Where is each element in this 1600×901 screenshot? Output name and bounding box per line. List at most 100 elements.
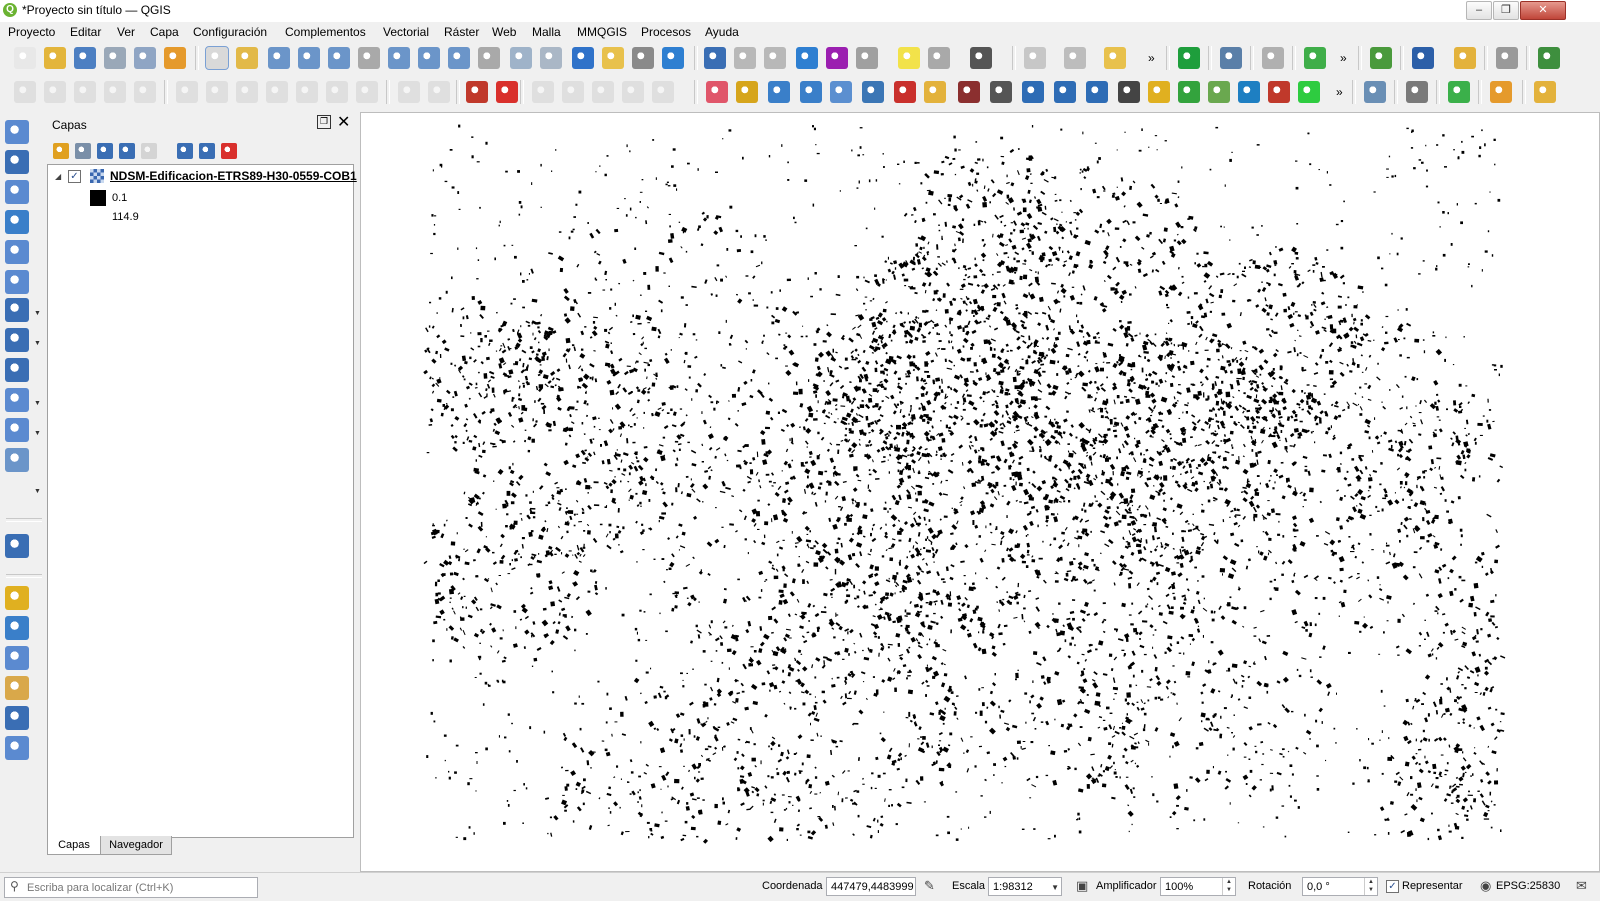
locator-bar[interactable]: ⚲ <box>4 877 258 898</box>
toolbar2-tool-41-icon[interactable] <box>1298 81 1320 103</box>
menu-proyecto[interactable]: Proyecto <box>8 25 55 39</box>
zoom-selection-icon[interactable] <box>358 47 380 69</box>
zoom-last-icon[interactable] <box>448 47 470 69</box>
toolbar2-tool-11-icon[interactable] <box>326 81 348 103</box>
toolbar2-tool-2-icon[interactable] <box>44 81 66 103</box>
map-canvas[interactable] <box>360 112 1600 872</box>
menu-complementos[interactable]: Complementos <box>285 25 366 39</box>
database-icon[interactable] <box>1262 47 1284 69</box>
save-project-icon[interactable] <box>74 47 96 69</box>
spinner-icon[interactable]: ▲ ▼ <box>1364 878 1377 895</box>
toggle-extent-icon[interactable]: ✎ <box>924 878 935 894</box>
locator-icon[interactable] <box>928 47 950 69</box>
help-icon[interactable] <box>1412 47 1434 69</box>
magnifier-field[interactable]: 100% ▲ ▼ <box>1160 877 1236 896</box>
add-point-cloud-icon[interactable] <box>5 534 29 558</box>
toolbar2-tool-37-icon[interactable] <box>1178 81 1200 103</box>
measure-icon[interactable] <box>856 47 878 69</box>
toolbar2-tool-4-icon[interactable] <box>104 81 126 103</box>
add-wcs-icon[interactable] <box>5 388 29 412</box>
toolbar2-tool-10-icon[interactable] <box>296 81 318 103</box>
scale-field[interactable]: 1:98312 ▼ <box>988 877 1062 896</box>
undock-icon[interactable]: ❐ <box>317 115 331 129</box>
toolbar2-tool-38-icon[interactable] <box>1208 81 1230 103</box>
toolbar2-tool-34-icon[interactable] <box>1086 81 1108 103</box>
chevron-down-icon[interactable]: ▼ <box>34 488 41 495</box>
zoom-full-icon[interactable] <box>328 47 350 69</box>
toolbar2-tool-42-icon[interactable] <box>1364 81 1386 103</box>
menu-configuracion[interactable]: Configuración <box>193 25 267 39</box>
toolbar2-tool-44-icon[interactable] <box>1448 81 1470 103</box>
toolbar2-tool-9-icon[interactable] <box>266 81 288 103</box>
toolbar2-tool-40-icon[interactable] <box>1268 81 1290 103</box>
add-vector-layer-icon[interactable] <box>5 120 29 144</box>
menu-web[interactable]: Web <box>492 25 516 39</box>
toolbar2-tool-16-icon[interactable] <box>496 81 518 103</box>
toolbar2-tool-8-icon[interactable] <box>236 81 258 103</box>
toolbar2-tool-29-icon[interactable] <box>924 81 946 103</box>
chevron-down-icon[interactable]: ▼ <box>34 400 41 407</box>
pan-icon[interactable] <box>205 46 229 70</box>
deselect-icon[interactable] <box>1104 47 1126 69</box>
open-project-icon[interactable] <box>44 47 66 69</box>
coordinate-field[interactable]: 447479,4483999 <box>826 877 916 896</box>
stack-icon[interactable] <box>1454 47 1476 69</box>
toolbar2-tool-13-icon[interactable] <box>398 81 420 103</box>
expand-all-icon[interactable] <box>177 143 193 159</box>
statistics-icon[interactable] <box>826 47 848 69</box>
minimize-button[interactable]: – <box>1466 1 1492 20</box>
toolbar2-tool-31-icon[interactable] <box>990 81 1012 103</box>
map-tips-icon[interactable] <box>898 47 920 69</box>
identify-icon[interactable] <box>704 47 726 69</box>
open-styling-icon[interactable] <box>53 143 69 159</box>
add-wms-icon[interactable] <box>5 328 29 352</box>
toolbar2-tool-5-icon[interactable] <box>134 81 156 103</box>
locator-input[interactable] <box>25 879 253 896</box>
menu-malla[interactable]: Malla <box>532 25 561 39</box>
crs-button[interactable]: EPSG:25830 <box>1496 880 1560 892</box>
menu-vectorial[interactable]: Vectorial <box>383 25 429 39</box>
new-3d-view-icon[interactable] <box>540 47 562 69</box>
pan-to-selection-icon[interactable] <box>236 47 258 69</box>
toolbar2-tool-23-icon[interactable] <box>736 81 758 103</box>
tab-navegador[interactable]: Navegador <box>100 836 172 855</box>
new-project-icon[interactable] <box>14 47 36 69</box>
zoom-next-icon[interactable] <box>478 47 500 69</box>
building-footprint-raster[interactable] <box>361 113 1599 871</box>
close-window-button[interactable]: ✕ <box>1520 1 1566 20</box>
temporal-icon[interactable] <box>632 47 654 69</box>
menu-editar[interactable]: Editar <box>70 25 101 39</box>
toolbar-overflow-icon[interactable]: » <box>1148 51 1155 65</box>
toolbar2-tool-33-icon[interactable] <box>1054 81 1076 103</box>
chevron-down-icon[interactable]: ▼ <box>1051 878 1059 897</box>
new-geopackage-icon[interactable] <box>5 586 29 610</box>
tab-capas[interactable]: Capas <box>47 836 101 855</box>
layer-visibility-checkbox[interactable]: ✓ <box>68 170 81 183</box>
add-postgis-icon[interactable] <box>5 298 29 322</box>
toolbar2-tool-14-icon[interactable] <box>428 81 450 103</box>
new-virtual-icon[interactable] <box>5 706 29 730</box>
layer-tree[interactable]: ◢ ✓ NDSM-Edificacion-ETRS89-H30-0559-COB… <box>47 164 357 838</box>
toolbar2-tool-7-icon[interactable] <box>206 81 228 103</box>
restore-button[interactable]: ❐ <box>1493 1 1519 20</box>
toolbar2-tool-17-icon[interactable] <box>532 81 554 103</box>
plugin-icon[interactable] <box>1370 47 1392 69</box>
add-gps-layer-icon[interactable] <box>5 240 29 264</box>
menu-ayuda[interactable]: Ayuda <box>705 25 739 39</box>
menu-procesos[interactable]: Procesos <box>641 25 691 39</box>
toolbar2-tool-26-icon[interactable] <box>830 81 852 103</box>
add-spatialite-icon[interactable] <box>5 270 29 294</box>
toolbar2-tool-3-icon[interactable] <box>74 81 96 103</box>
toolbar2-tool-20-icon[interactable] <box>622 81 644 103</box>
chevron-down-icon[interactable]: ▼ <box>34 310 41 317</box>
field-calc-icon[interactable] <box>764 47 786 69</box>
new-map-view-icon[interactable] <box>510 47 532 69</box>
toolbar2-tool-32-icon[interactable] <box>1022 81 1044 103</box>
toolbar2-tool-1-icon[interactable] <box>14 81 36 103</box>
toolbar2-tool-25-icon[interactable] <box>800 81 822 103</box>
menu-capa[interactable]: Capa <box>150 25 179 39</box>
attribute-table-icon[interactable] <box>734 47 756 69</box>
toolbar2-tool-18-icon[interactable] <box>562 81 584 103</box>
layout-manager-icon[interactable] <box>134 47 156 69</box>
toolbar2-tool-21-icon[interactable] <box>652 81 674 103</box>
